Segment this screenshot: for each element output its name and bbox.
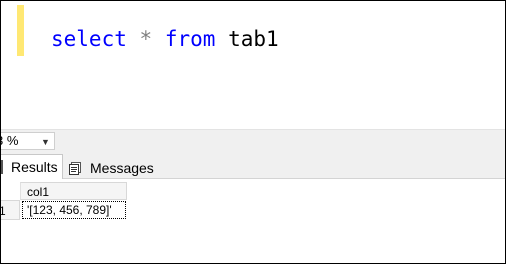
keyword-from: from	[164, 27, 216, 51]
cell-value: '[123, 456, 789]'	[27, 203, 112, 217]
editor-status-strip: 3 % ▼	[1, 129, 505, 151]
chevron-down-icon[interactable]: ▼	[41, 134, 50, 150]
results-grid: col1 1 '[123, 456, 789]'	[1, 179, 505, 263]
results-tabbar: Results Messages	[1, 151, 505, 179]
table-name: tab1	[228, 27, 279, 51]
operator-star: *	[139, 27, 153, 51]
column-header-label: col1	[27, 185, 50, 199]
column-header-col1[interactable]: col1	[20, 182, 127, 200]
change-tracking-bar	[17, 5, 24, 56]
row-header[interactable]: 1	[1, 200, 20, 220]
query-text[interactable]: select * from tab1	[51, 25, 279, 53]
tab-results[interactable]: Results	[1, 154, 63, 179]
table-cell[interactable]: '[123, 456, 789]'	[22, 201, 126, 219]
keyword-select: select	[51, 27, 127, 51]
tab-results-label: Results	[11, 159, 58, 175]
messages-icon	[69, 162, 81, 175]
tab-messages[interactable]: Messages	[65, 154, 165, 179]
grid-icon	[1, 160, 3, 174]
tab-messages-label: Messages	[90, 160, 154, 176]
query-editor[interactable]: select * from tab1	[1, 1, 505, 129]
zoom-dropdown[interactable]: 3 % ▼	[1, 132, 55, 150]
sql-query-window: select * from tab1 3 % ▼ Results Message…	[0, 0, 506, 264]
row-number: 1	[1, 204, 6, 218]
zoom-value: 3 %	[1, 133, 19, 148]
